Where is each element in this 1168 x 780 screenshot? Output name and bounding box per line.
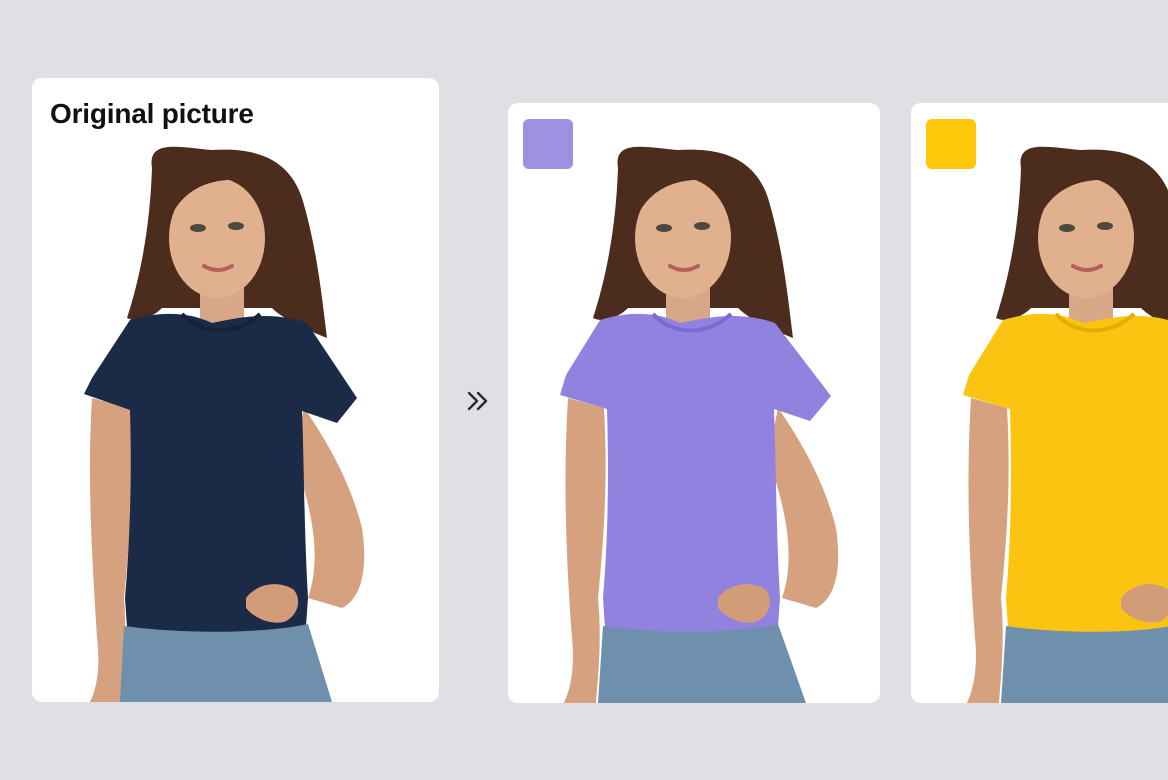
double-chevron-right-icon	[467, 391, 488, 411]
variant-card-yellow[interactable]	[911, 103, 1168, 703]
yellow-model-image	[963, 146, 1168, 703]
purple-model-image	[560, 146, 839, 703]
variant-card-purple[interactable]	[508, 103, 880, 703]
original-model-image	[84, 146, 365, 702]
original-picture-card: Original picture	[32, 78, 439, 702]
